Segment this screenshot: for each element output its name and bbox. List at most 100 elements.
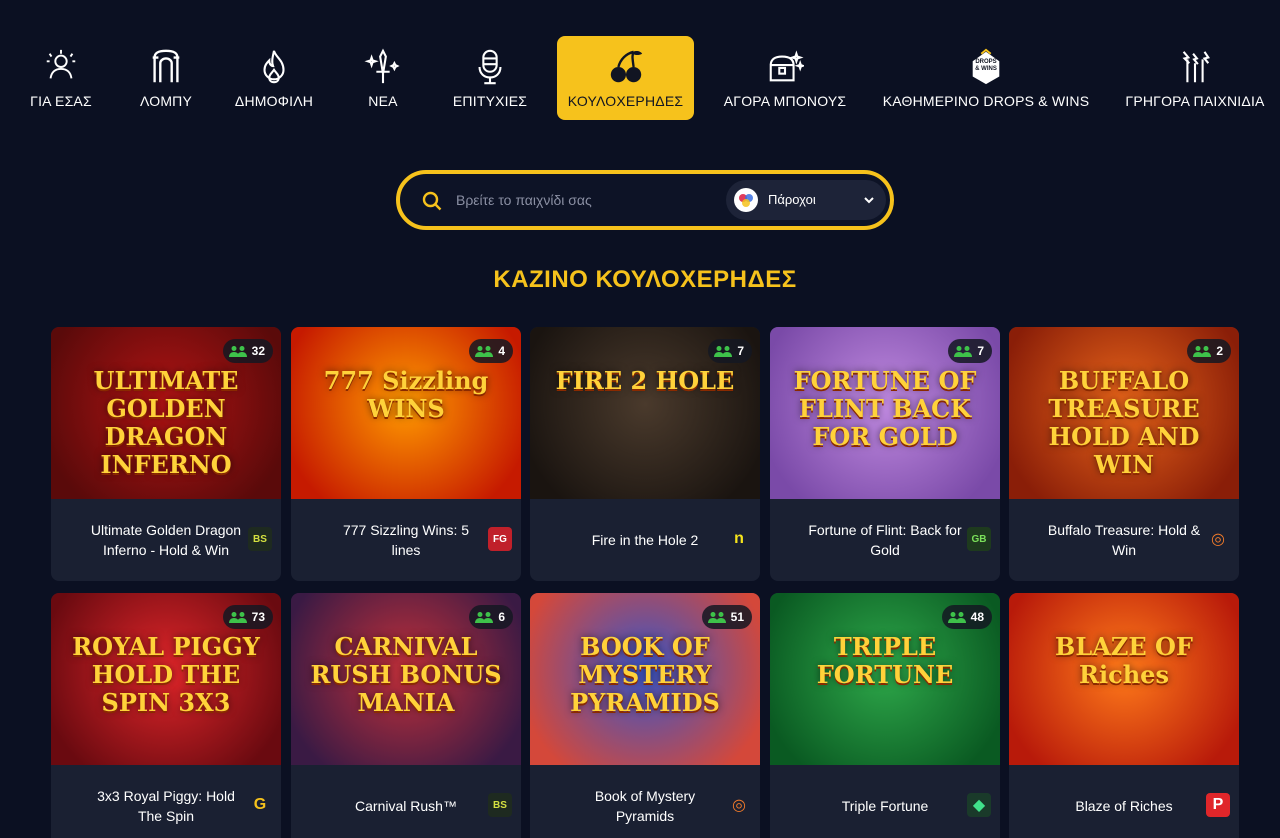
- game-name: 3x3 Royal Piggy: Hold The Spin: [97, 788, 235, 824]
- players-count: 6: [498, 610, 505, 624]
- lightning-icon: [1175, 47, 1215, 87]
- players-count: 73: [251, 610, 265, 624]
- game-thumbnail[interactable]: FIRE 2 HOLE 7: [530, 327, 760, 499]
- game-info: Triple Fortune ◆: [770, 765, 1000, 838]
- game-card[interactable]: ULTIMATE GOLDEN DRAGON INFERNO 32 Ultimate…: [51, 327, 281, 581]
- search-icon: [422, 191, 442, 211]
- nav-item-lobby[interactable]: ΛΟΜΠΥ: [130, 36, 202, 120]
- nav-item-new[interactable]: ΝΕΑ: [355, 36, 411, 120]
- cherries-icon: [606, 47, 646, 87]
- game-card[interactable]: FORTUNE OF FLINT BACK FOR GOLD 7 Fortune o…: [770, 327, 1000, 581]
- diamond-logo-icon: ◆: [967, 793, 991, 817]
- providers-logo-icon: [734, 188, 758, 212]
- category-nav: ΓΙΑ ΕΣΑΣ ΛΟΜΠΥ ΔΗΜΟΦΙΛΗ ΝΕΑ ΕΠΙΤΥΧΙΕΣ ΚΟ…: [0, 36, 1280, 120]
- arch-icon: [146, 47, 186, 87]
- game-beat-logo-icon: GB: [967, 527, 991, 551]
- players-count: 51: [730, 610, 744, 624]
- nav-label: ΓΡΗΓΟΡΑ ΠΑΙΧΝΙΔΙΑ: [1125, 93, 1265, 109]
- game-card[interactable]: BOOK OF MYSTERY PYRAMIDS 51 Book of Myster…: [530, 593, 760, 838]
- fg-logo-icon: FG: [488, 527, 512, 551]
- microphone-icon: [470, 47, 510, 87]
- game-thumbnail-title: BOOK OF MYSTERY PYRAMIDS: [570, 632, 720, 717]
- game-name: Fortune of Flint: Back for Gold: [808, 522, 962, 558]
- game-thumbnail[interactable]: BOOK OF MYSTERY PYRAMIDS 51: [530, 593, 760, 765]
- nav-label: ΕΠΙΤΥΧΙΕΣ: [452, 93, 528, 109]
- game-thumbnail[interactable]: ULTIMATE GOLDEN DRAGON INFERNO 32: [51, 327, 281, 499]
- nav-label: ΚΟΥΛΟΧΕΡΗΔΕΣ: [567, 93, 684, 109]
- nav-item-daily-drops-wins[interactable]: DROPS & WINS ΚΑΘΗΜΕΡΙΝΟ DROPS & WINS: [882, 36, 1090, 120]
- n-logo-icon: n: [734, 530, 744, 547]
- nav-label: ΛΟΜΠΥ: [139, 93, 193, 109]
- game-thumbnail-title: TRIPLE FORTUNE: [816, 632, 954, 689]
- nav-label: ΔΗΜΟΦΙΛΗ: [234, 93, 314, 109]
- game-thumbnail-title: FORTUNE OF FLINT BACK FOR GOLD: [793, 366, 977, 451]
- game-card[interactable]: BUFFALO TREASURE HOLD AND WIN 2 Buffalo Tr…: [1009, 327, 1239, 581]
- providers-dropdown[interactable]: Πάροχοι: [726, 180, 886, 220]
- game-info: Book of Mystery Pyramids ◎: [530, 765, 760, 838]
- nav-item-popular[interactable]: ΔΗΜΟΦΙΛΗ: [228, 36, 320, 120]
- players-badge: 2: [1187, 339, 1231, 363]
- nav-label: ΚΑΘΗΜΕΡΙΝΟ DROPS & WINS: [882, 93, 1090, 109]
- players-badge: 7: [708, 339, 752, 363]
- game-thumbnail-title: BLAZE OF Riches: [1055, 632, 1193, 689]
- game-name: 777 Sizzling Wins: 5 lines: [342, 522, 470, 558]
- game-card[interactable]: TRIPLE FORTUNE 48 Triple Fortune ◆: [770, 593, 1000, 838]
- players-count: 7: [737, 344, 744, 358]
- game-thumbnail[interactable]: CARNIVAL RUSH BONUS MANIA 6: [291, 593, 521, 765]
- nav-item-slots[interactable]: ΚΟΥΛΟΧΕΡΗΔΕΣ: [557, 36, 694, 120]
- game-card[interactable]: FIRE 2 HOLE 7 Fire in the Hole 2 n: [530, 327, 760, 581]
- players-count: 4: [498, 344, 505, 358]
- game-thumbnail[interactable]: ROYAL PIGGY HOLD THE SPIN 3X3 73: [51, 593, 281, 765]
- game-info: 777 Sizzling Wins: 5 lines FG: [291, 499, 521, 581]
- users-icon: [475, 612, 494, 623]
- users-icon: [954, 346, 973, 357]
- game-thumbnail[interactable]: FORTUNE OF FLINT BACK FOR GOLD 7: [770, 327, 1000, 499]
- game-card[interactable]: BLAZE OF Riches Blaze of Riches P: [1009, 593, 1239, 838]
- nav-item-hits[interactable]: ΕΠΙΤΥΧΙΕΣ: [448, 36, 532, 120]
- chevron-down-icon: [864, 197, 874, 204]
- users-icon: [714, 346, 733, 357]
- game-info: Carnival Rush™ BS: [291, 765, 521, 838]
- user-star-icon: [41, 47, 81, 87]
- game-name: Ultimate Golden Dragon Inferno - Hold & …: [90, 522, 242, 558]
- game-card[interactable]: 777 Sizzling WINS 4 777 Sizzling Wins: 5 l…: [291, 327, 521, 581]
- game-thumbnail[interactable]: BUFFALO TREASURE HOLD AND WIN 2: [1009, 327, 1239, 499]
- game-name: Blaze of Riches: [1075, 798, 1173, 814]
- game-info: Blaze of Riches P: [1009, 765, 1239, 838]
- game-card[interactable]: CARNIVAL RUSH BONUS MANIA 6 Carnival Rush™…: [291, 593, 521, 838]
- game-info: 3x3 Royal Piggy: Hold The Spin G: [51, 765, 281, 838]
- game-name: Book of Mystery Pyramids: [594, 788, 696, 824]
- search-input[interactable]: [456, 184, 716, 216]
- users-icon: [228, 612, 247, 623]
- sparkle-sword-icon: [363, 47, 403, 87]
- users-icon: [1193, 346, 1212, 357]
- p-logo-icon: P: [1206, 793, 1230, 817]
- drops-wins-icon: DROPS & WINS: [966, 47, 1006, 87]
- players-badge: 48: [941, 605, 992, 629]
- bs-logo-icon: BS: [488, 793, 512, 817]
- nav-item-for-you[interactable]: ΓΙΑ ΕΣΑΣ: [22, 36, 100, 120]
- nav-item-fast-games[interactable]: ΓΡΗΓΟΡΑ ΠΑΙΧΝΙΔΙΑ: [1122, 36, 1268, 120]
- game-name: Triple Fortune: [841, 798, 929, 814]
- nav-label: ΝΕΑ: [368, 93, 398, 109]
- nav-item-bonus-buy[interactable]: ΑΓΟΡΑ ΜΠΟΝΟΥΣ: [720, 36, 850, 120]
- game-name: Carnival Rush™: [355, 798, 457, 814]
- game-info: Buffalo Treasure: Hold & Win ◎: [1009, 499, 1239, 581]
- players-badge: 6: [469, 605, 513, 629]
- providers-label: Πάροχοι: [768, 192, 816, 207]
- game-card[interactable]: ROYAL PIGGY HOLD THE SPIN 3X3 73 3x3 Royal…: [51, 593, 281, 838]
- flame-icon: [254, 47, 294, 87]
- game-name: Buffalo Treasure: Hold & Win: [1047, 522, 1201, 558]
- section-title: ΚΑΖΙΝΟ ΚΟΥΛΟΧΕΡΗΔΕΣ: [493, 266, 797, 293]
- game-thumbnail-title: ROYAL PIGGY HOLD THE SPIN 3X3: [72, 632, 260, 717]
- game-thumbnail[interactable]: BLAZE OF Riches: [1009, 593, 1239, 765]
- game-thumbnail[interactable]: TRIPLE FORTUNE 48: [770, 593, 1000, 765]
- game-name: Fire in the Hole 2: [591, 532, 699, 548]
- players-count: 7: [977, 344, 984, 358]
- search-bar: Πάροχοι: [396, 170, 894, 230]
- players-badge: 32: [222, 339, 273, 363]
- game-thumbnail[interactable]: 777 Sizzling WINS 4: [291, 327, 521, 499]
- target-logo-icon: ◎: [732, 797, 746, 814]
- game-thumbnail-title: BUFFALO TREASURE HOLD AND WIN: [1048, 366, 1200, 479]
- bs-logo-icon: BS: [248, 527, 272, 551]
